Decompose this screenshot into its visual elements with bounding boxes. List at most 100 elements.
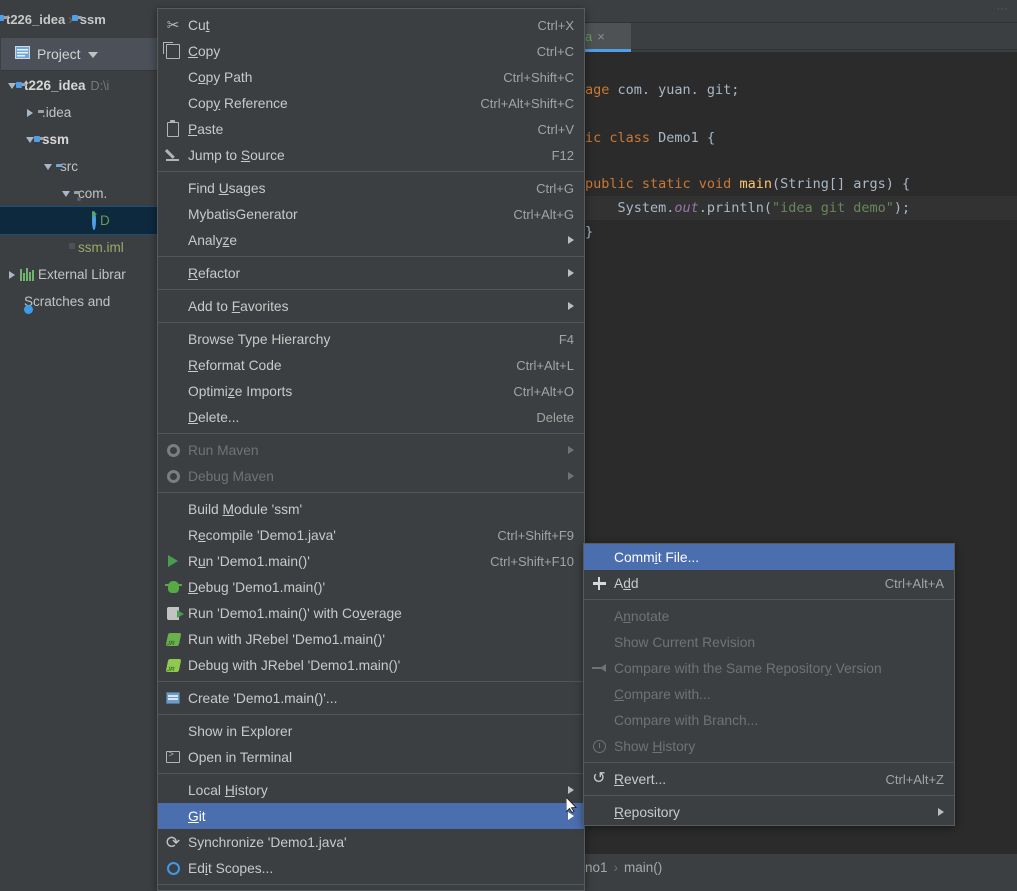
breadcrumb-item-ssm[interactable]: ssm <box>71 11 106 27</box>
context-menu-item-copy-path[interactable]: Copy Path Ctrl+Shift+C <box>158 64 584 90</box>
context-menu-item-label: Synchronize 'Demo1.java' <box>188 834 347 850</box>
context-menu-item-label: Copy <box>188 43 221 59</box>
breadcrumb-item-t226_idea[interactable]: t226_idea <box>0 12 65 27</box>
editor-breadcrumb[interactable]: no1 › main() <box>583 854 1017 880</box>
git-submenu-item-label: Add <box>614 575 639 591</box>
context-menu-item-label: MybatisGenerator <box>188 206 298 222</box>
tree-row[interactable]: Scratches and <box>0 288 158 315</box>
context-menu-item-paste[interactable]: Paste Ctrl+V <box>158 116 584 142</box>
git-submenu-item-repository[interactable]: Repository <box>584 799 954 825</box>
context-menu-item-label: Add to Favorites <box>188 298 289 314</box>
context-menu-item-show-in-explorer[interactable]: Show in Explorer <box>158 718 584 744</box>
context-menu-item-refactor[interactable]: Refactor <box>158 260 584 286</box>
context-menu-item-open-in-terminal[interactable]: Open in Terminal <box>158 744 584 770</box>
context-menu-item-create-demo1-main[interactable]: Create 'Demo1.main()'... <box>158 685 584 711</box>
menu-separator <box>158 681 584 682</box>
context-menu-item-debug-with-jrebel-demo1-main[interactable]: Debug with JRebel 'Demo1.main()' <box>158 652 584 678</box>
tree-row[interactable]: External Librar <box>0 261 158 288</box>
context-menu-item-run-with-jrebel-demo1-main[interactable]: Run with JRebel 'Demo1.main()' <box>158 626 584 652</box>
chevron-right-icon <box>568 812 574 820</box>
tree-row[interactable]: com. <box>0 180 158 207</box>
tree-row-label: ssm <box>42 132 70 147</box>
context-menu-item-synchronize-demo1-java[interactable]: Synchronize 'Demo1.java' <box>158 829 584 855</box>
breadcrumb-item-label: ssm <box>79 11 106 27</box>
close-icon[interactable]: × <box>597 29 605 44</box>
tree-row[interactable]: ssm <box>0 126 158 153</box>
context-menu-item-run-demo1-main[interactable]: Run 'Demo1.main()' Ctrl+Shift+F10 <box>158 548 584 574</box>
project-panel-header[interactable]: Project <box>1 38 157 71</box>
context-menu-item-analyze[interactable]: Analyze <box>158 227 584 253</box>
context-menu-item-shortcut: Ctrl+C <box>536 43 574 59</box>
editor-tab-demo1-java[interactable]: a × <box>583 23 631 49</box>
git-submenu-item-add[interactable]: Add Ctrl+Alt+A <box>584 570 954 596</box>
context-menu-item-debug-demo1-main[interactable]: Debug 'Demo1.main()' <box>158 574 584 600</box>
git-submenu-item-label: Revert... <box>614 771 667 787</box>
tree-row[interactable]: D <box>0 206 158 235</box>
tree-row-label: t226_idea <box>24 78 86 93</box>
context-menu-item-run-demo1-main-with-coverage[interactable]: Run 'Demo1.main()' with Coverage <box>158 600 584 626</box>
tree-row[interactable]: t226_idea D:\i <box>0 72 158 99</box>
context-menu-item-jump-to-source[interactable]: Jump to Source F12 <box>158 142 584 168</box>
context-menu-item-label: Reformat Code <box>188 357 282 373</box>
run-icon <box>158 555 188 567</box>
menu-separator <box>158 773 584 774</box>
context-menu-item-shortcut: Ctrl+V <box>537 121 574 137</box>
tree-expander[interactable] <box>40 163 56 170</box>
context-menu-item-label: Copy Reference <box>188 95 288 111</box>
context-menu-item-delete[interactable]: Delete... Delete <box>158 404 584 430</box>
context-menu-item-shortcut: Ctrl+Shift+F9 <box>497 527 574 543</box>
file-context-menu[interactable]: Cut Ctrl+X Copy Ctrl+C Copy Path Ctrl+Shift+C… <box>157 8 585 891</box>
toolbar-overflow-icon[interactable]: ··· <box>993 3 1011 15</box>
context-menu-item-cut[interactable]: Cut Ctrl+X <box>158 12 584 38</box>
context-menu-item-shortcut: Ctrl+G <box>536 180 574 196</box>
git-submenu[interactable]: Commit File... Add Ctrl+Alt+A Annotate Show … <box>583 543 955 826</box>
chevron-down-icon[interactable] <box>87 47 98 62</box>
chevron-right-icon <box>568 786 574 794</box>
tree-expander[interactable] <box>4 270 20 279</box>
tree-row-label: ssm.iml <box>78 240 124 255</box>
context-menu-item-shortcut: Ctrl+Shift+C <box>503 69 574 85</box>
editor-breadcrumb-item[interactable]: no1 <box>585 860 608 875</box>
menu-separator <box>584 599 954 600</box>
context-menu-item-git[interactable]: Git <box>158 803 584 829</box>
menu-separator <box>158 256 584 257</box>
context-menu-item-edit-scopes[interactable]: Edit Scopes... <box>158 855 584 881</box>
context-menu-item-label: Debug 'Demo1.main()' <box>188 579 326 595</box>
context-menu-item-copy[interactable]: Copy Ctrl+C <box>158 38 584 64</box>
context-menu-item-mybatisgenerator[interactable]: MybatisGenerator Ctrl+Alt+G <box>158 201 584 227</box>
tree-row[interactable]: ssm.iml <box>0 234 158 261</box>
git-submenu-item-label: Compare with... <box>614 686 711 702</box>
git-submenu-item-revert[interactable]: Revert... Ctrl+Alt+Z <box>584 766 954 792</box>
context-menu-item-optimize-imports[interactable]: Optimize Imports Ctrl+Alt+O <box>158 378 584 404</box>
editor-breadcrumb-item[interactable]: main() <box>624 860 662 875</box>
project-sidebar: t226_idea › ssm Project t226_idea D:\i .idea… <box>0 0 158 880</box>
context-menu-item-label: Build Module 'ssm' <box>188 501 303 517</box>
tree-row[interactable]: src <box>0 153 158 180</box>
tree-row-label: External Librar <box>38 267 126 282</box>
git-submenu-item-label: Show History <box>614 738 696 754</box>
tree-row[interactable]: .idea <box>0 99 158 126</box>
tree-row-label: src <box>60 159 78 174</box>
context-menu-item-copy-reference[interactable]: Copy Reference Ctrl+Alt+Shift+C <box>158 90 584 116</box>
context-menu-item-browse-type-hierarchy[interactable]: Browse Type Hierarchy F4 <box>158 326 584 352</box>
context-menu-item-local-history[interactable]: Local History <box>158 777 584 803</box>
git-submenu-item-commit-file[interactable]: Commit File... <box>584 544 954 570</box>
context-menu-item-label: Recompile 'Demo1.java' <box>188 527 336 543</box>
breadcrumb: t226_idea › ssm <box>0 0 158 38</box>
context-menu-item-shortcut: Delete <box>536 409 574 425</box>
tree-expander[interactable] <box>22 108 38 117</box>
context-menu-item-label: Jump to Source <box>188 147 285 163</box>
git-submenu-item-compare-with-branch: Compare with Branch... <box>584 707 954 733</box>
tree-expander[interactable] <box>58 190 74 197</box>
context-menu-item-recompile-demo1-java[interactable]: Recompile 'Demo1.java' Ctrl+Shift+F9 <box>158 522 584 548</box>
context-menu-item-find-usages[interactable]: Find Usages Ctrl+G <box>158 175 584 201</box>
context-menu-item-reformat-code[interactable]: Reformat Code Ctrl+Alt+L <box>158 352 584 378</box>
context-menu-item-label: Run with JRebel 'Demo1.main()' <box>188 631 385 647</box>
context-menu-item-run-maven: Run Maven <box>158 437 584 463</box>
coverage-icon <box>158 606 188 620</box>
menu-separator <box>158 492 584 493</box>
context-menu-item-build-module-ssm[interactable]: Build Module 'ssm' <box>158 496 584 522</box>
gear-icon <box>158 469 188 483</box>
project-tree[interactable]: t226_idea D:\i .idea ssm src com. Dssm.iml Exte… <box>0 72 158 880</box>
context-menu-item-add-to-favorites[interactable]: Add to Favorites <box>158 293 584 319</box>
